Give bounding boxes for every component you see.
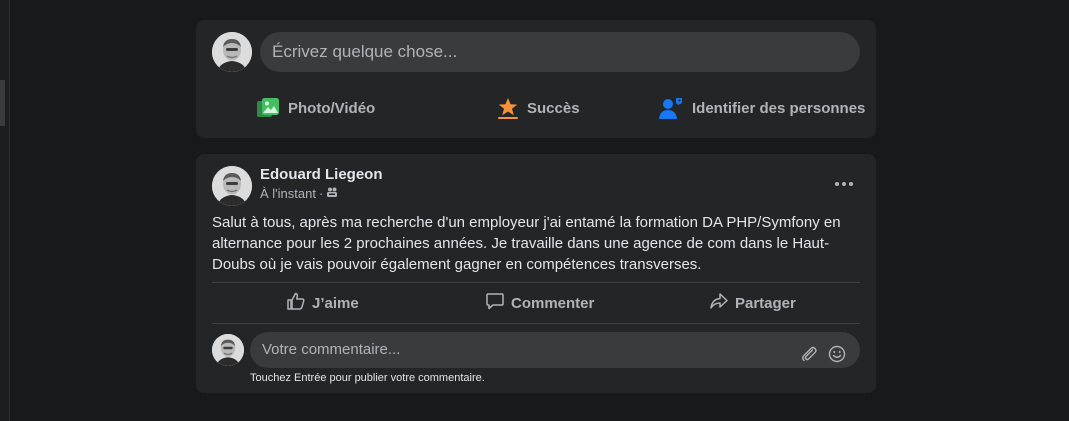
comment-hint: Touchez Entrée pour publier votre commen…: [250, 372, 485, 384]
comment-label: Commenter: [511, 294, 595, 312]
share-label: Partager: [735, 294, 796, 312]
post-text: Salut à tous, après ma recherche d'un em…: [212, 214, 841, 273]
success-label: Succès: [527, 99, 580, 117]
comment-button[interactable]: Commenter: [485, 288, 594, 318]
comment-bubble-icon: [485, 291, 505, 315]
left-edge-panel: [0, 0, 10, 421]
like-thumb-icon: [286, 291, 306, 315]
comment-input[interactable]: Votre commentaire...: [250, 332, 860, 368]
photo-video-label: Photo/Vidéo: [288, 99, 376, 117]
post-composer: Écrivez quelque chose... Photo/Vidéo Suc…: [196, 20, 876, 138]
composer-input[interactable]: Écrivez quelque chose...: [260, 32, 860, 72]
comment-placeholder: Votre commentaire...: [262, 341, 401, 358]
avatar[interactable]: [212, 334, 244, 366]
tag-people-label: Identifier des personnes: [692, 99, 866, 117]
photo-video-icon: [256, 96, 280, 120]
share-button[interactable]: Partager: [709, 288, 796, 318]
post-timestamp[interactable]: À l'instant: [260, 186, 316, 201]
avatar[interactable]: [212, 166, 252, 206]
post-author[interactable]: Edouard Liegeon: [260, 166, 383, 183]
divider: [212, 282, 860, 283]
post-card: Edouard Liegeon À l'instant · Salut à to…: [196, 154, 876, 393]
attachment-icon[interactable]: [800, 341, 818, 362]
divider: [212, 323, 860, 324]
avatar[interactable]: [212, 32, 252, 72]
share-arrow-icon: [709, 291, 729, 315]
success-button[interactable]: Succès: [497, 94, 580, 122]
photo-video-button[interactable]: Photo/Vidéo: [256, 94, 375, 122]
meta-separator: ·: [318, 186, 324, 201]
friends-audience-icon[interactable]: [326, 186, 338, 201]
scroll-marker[interactable]: [0, 80, 5, 126]
emoji-icon[interactable]: [828, 341, 846, 363]
like-button[interactable]: J’aime: [286, 288, 359, 318]
more-options-icon[interactable]: [830, 174, 858, 194]
like-label: J’aime: [312, 294, 359, 312]
tag-people-icon: [658, 96, 684, 120]
tag-people-button[interactable]: Identifier des personnes: [658, 94, 865, 122]
star-flag-icon: [497, 96, 519, 120]
post-meta: À l'instant ·: [260, 186, 338, 201]
